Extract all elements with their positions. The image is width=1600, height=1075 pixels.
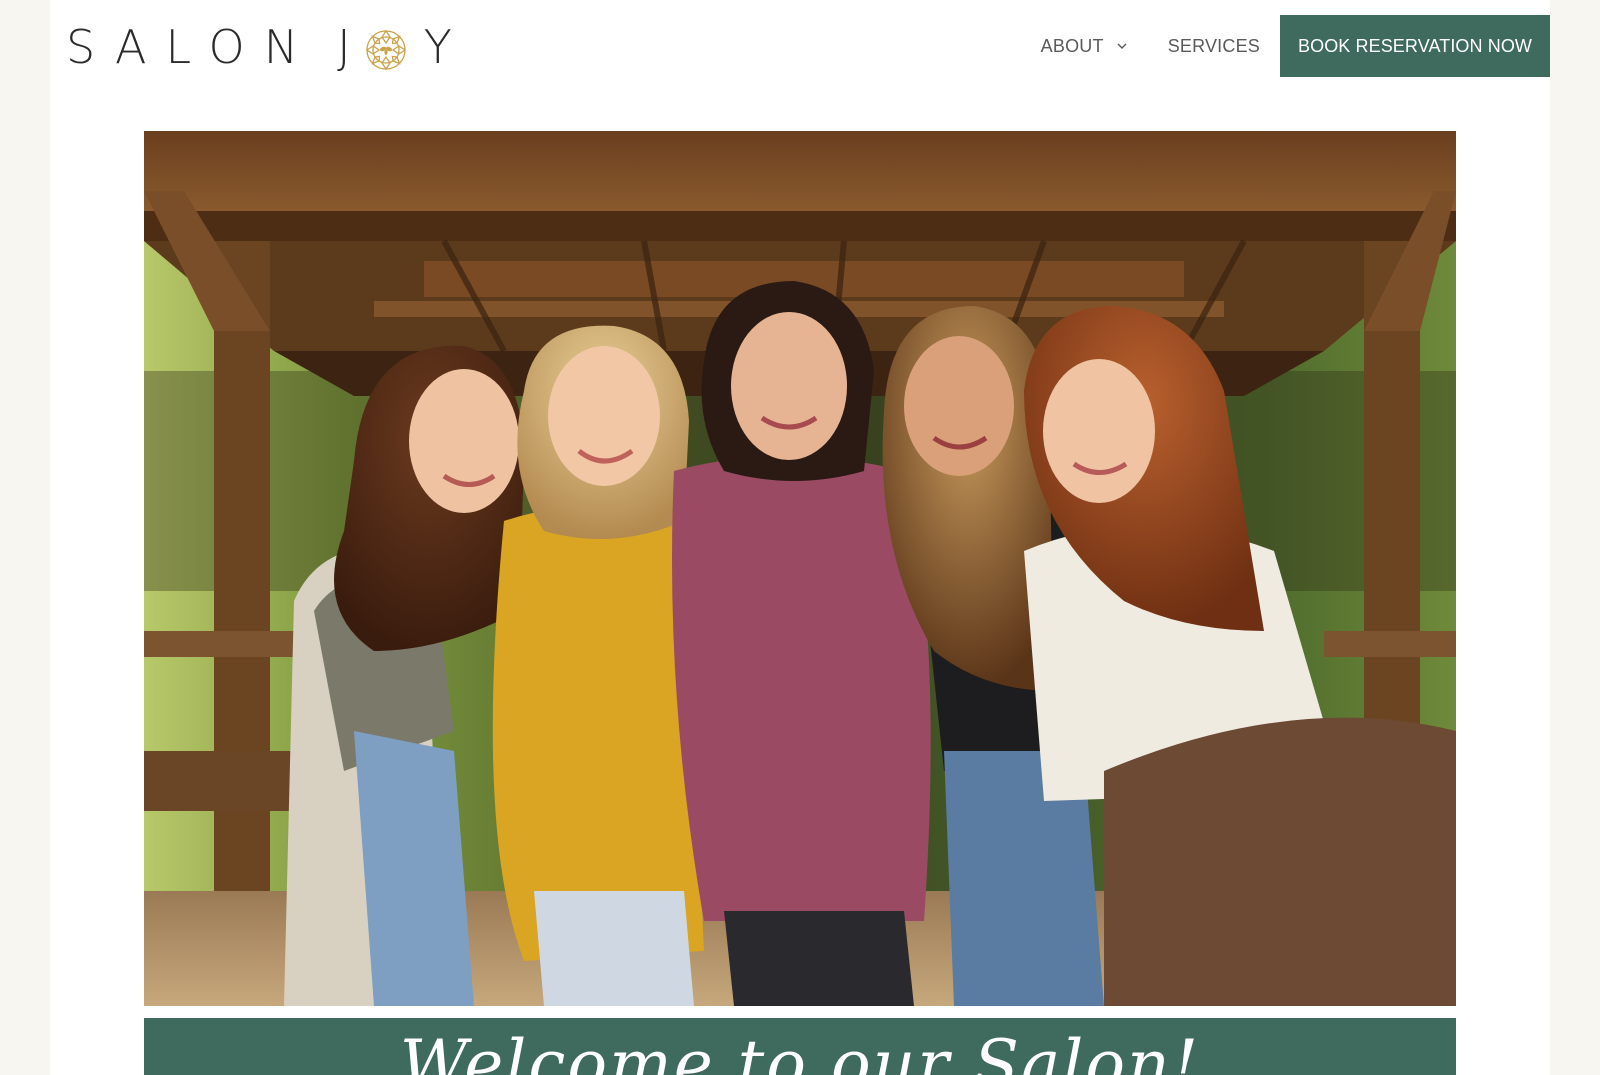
sun-flower-emblem-icon: [365, 30, 406, 71]
book-reservation-button[interactable]: Book Reservation Now: [1280, 15, 1550, 77]
nav-item-about[interactable]: About: [1041, 36, 1128, 57]
logo-letter-y: Y: [423, 19, 471, 74]
nav-item-services[interactable]: Services: [1168, 36, 1260, 57]
group-photo: [144, 131, 1456, 1006]
main-nav: About Services Book Reservation Now: [1041, 15, 1550, 77]
logo-link[interactable]: SALON J Y: [66, 20, 471, 76]
site-header: SALON J Y ABOUT SERVICES BOOK RESERVATIO…: [50, 0, 1550, 110]
nav-about-label: About: [1040, 35, 1104, 56]
chevron-down-icon: [1117, 43, 1127, 49]
logo-word-salon: SALON: [66, 19, 318, 74]
welcome-banner: Welcome to our Salon!: [144, 1018, 1456, 1075]
hero-image: [144, 131, 1456, 1006]
welcome-heading: Welcome to our Salon!: [399, 1026, 1201, 1075]
logo-wordmark: SALON J Y: [66, 24, 471, 73]
nav-services-label: Services: [1167, 35, 1260, 56]
page: SALON J Y ABOUT SERVICES BOOK RESERVATIO…: [50, 0, 1550, 1075]
